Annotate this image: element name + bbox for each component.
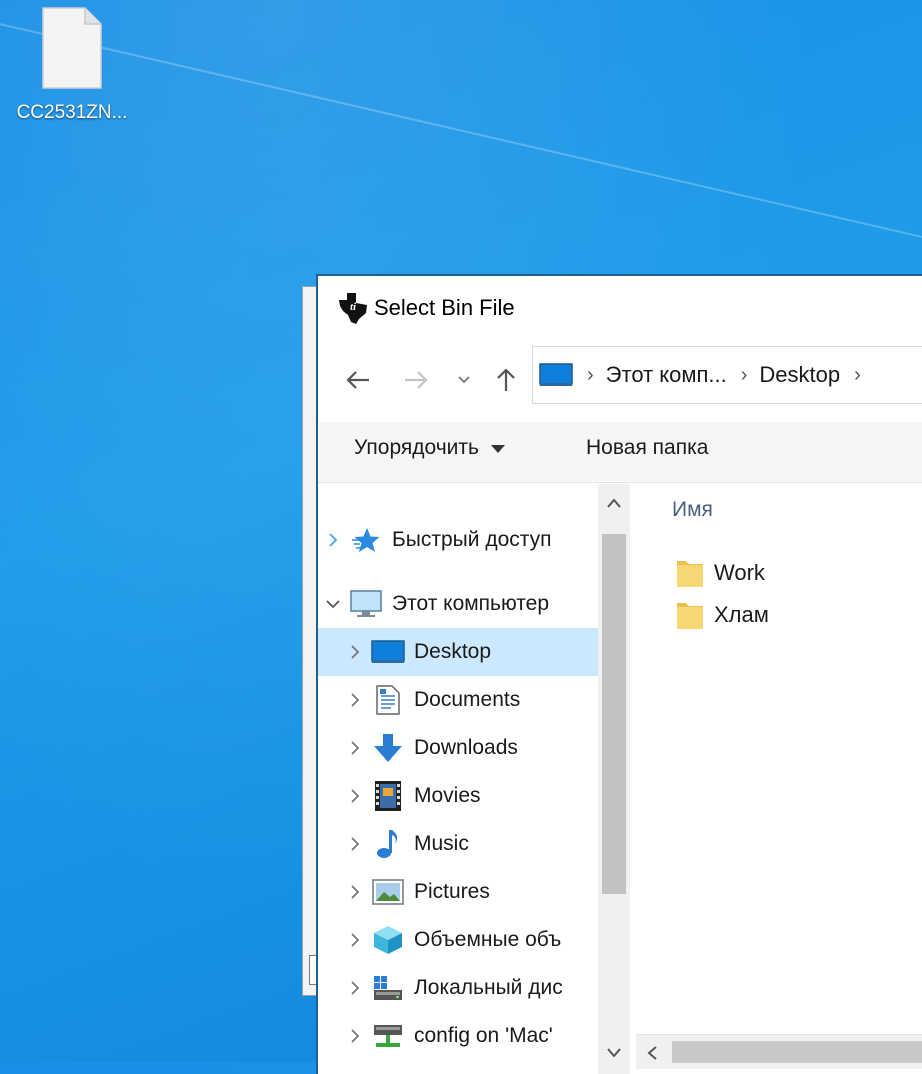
tree-item-this-pc[interactable]: Этот компьютер	[318, 580, 598, 628]
tree-item-3d-objects[interactable]: Объемные объ	[318, 916, 598, 964]
documents-icon	[370, 684, 406, 716]
tree-label: Быстрый доступ	[392, 528, 552, 551]
tree-label: Объемные объ	[414, 928, 562, 951]
chevron-down-icon	[458, 376, 470, 384]
desktop-icon	[370, 636, 406, 668]
tree-item-network-drive[interactable]: config on 'Mac'	[318, 1012, 598, 1060]
tree-item-downloads[interactable]: Downloads	[318, 724, 598, 772]
breadcrumb-desktop[interactable]: Desktop	[759, 362, 840, 388]
file-item-work[interactable]: Work	[676, 554, 765, 592]
blank-file-icon	[41, 6, 103, 90]
downloads-icon	[370, 732, 406, 764]
dialog-titlebar[interactable]: ti Select Bin File	[318, 276, 922, 340]
chevron-right-icon[interactable]	[340, 740, 370, 756]
texas-instruments-logo-icon: ti	[339, 293, 367, 324]
music-icon	[370, 828, 406, 860]
file-name: Work	[714, 560, 765, 585]
breadcrumb-separator: ›	[854, 363, 861, 386]
tree-label: config on 'Mac'	[414, 1024, 553, 1047]
navigation-pane: Быстрый доступ Этот компьютер Desktop Do…	[318, 484, 598, 1074]
chevron-right-icon[interactable]	[340, 644, 370, 660]
tree-label: Pictures	[414, 880, 490, 903]
column-header-name[interactable]: Имя	[672, 498, 713, 522]
tree-item-documents[interactable]: Documents	[318, 676, 598, 724]
folder-icon	[677, 561, 703, 587]
tree-label: Downloads	[414, 736, 518, 759]
file-name: Хлам	[714, 602, 769, 627]
back-button[interactable]	[340, 362, 376, 398]
tree-label: Documents	[414, 688, 521, 711]
tree-label: Этот компьютер	[392, 592, 550, 615]
forward-button[interactable]	[398, 362, 434, 398]
scrollbar-thumb[interactable]	[602, 534, 626, 894]
desktop-file-label: CC2531ZN...	[16, 102, 128, 123]
scroll-up-arrow-icon[interactable]	[606, 496, 622, 510]
scroll-left-arrow-icon[interactable]	[646, 1045, 660, 1061]
chevron-right-icon[interactable]	[340, 788, 370, 804]
file-item-hlam[interactable]: Хлам	[676, 596, 769, 634]
file-list-pane: Имя Work Хлам	[636, 484, 922, 1034]
movies-icon	[370, 780, 406, 812]
chevron-right-icon[interactable]	[340, 692, 370, 708]
tree-item-quick-access[interactable]: Быстрый доступ	[318, 516, 598, 564]
scrollbar-thumb[interactable]	[672, 1041, 922, 1063]
chevron-right-icon[interactable]	[340, 836, 370, 852]
tree-item-pictures[interactable]: Pictures	[318, 868, 598, 916]
breadcrumb-separator: ›	[740, 363, 748, 386]
arrow-left-icon	[346, 371, 369, 389]
breadcrumb-separator: ›	[587, 363, 594, 386]
local-disk-icon	[370, 972, 406, 1004]
computer-icon	[348, 588, 384, 620]
3d-objects-icon	[370, 924, 406, 956]
organize-label: Упорядочить	[354, 436, 479, 459]
chevron-right-icon[interactable]	[340, 980, 370, 996]
arrow-right-icon	[405, 371, 428, 389]
tree-item-desktop[interactable]: Desktop	[318, 628, 598, 676]
up-button[interactable]	[488, 362, 524, 398]
tree-item-local-disk[interactable]: Локальный дис	[318, 964, 598, 1012]
pictures-icon	[370, 876, 406, 908]
breadcrumb-this-pc[interactable]: Этот комп...	[606, 362, 727, 388]
chevron-down-icon[interactable]	[318, 599, 348, 609]
select-bin-file-dialog: ti Select Bin File › Этот комп... › Desk…	[316, 274, 922, 1074]
chevron-right-icon[interactable]	[318, 532, 348, 548]
chevron-right-icon[interactable]	[340, 884, 370, 900]
desktop-file-icon[interactable]: CC2531ZN...	[4, 6, 140, 124]
dialog-title: Select Bin File	[374, 295, 515, 320]
tree-label: Локальный дис	[414, 976, 563, 999]
folder-icon	[677, 603, 703, 629]
network-drive-icon	[370, 1020, 406, 1052]
tree-label: Desktop	[414, 640, 492, 663]
tree-label: Movies	[414, 784, 481, 807]
scroll-down-arrow-icon[interactable]	[606, 1046, 622, 1060]
navigation-bar: › Этот комп... › Desktop ›	[318, 340, 922, 422]
tree-label: Music	[414, 832, 469, 855]
chevron-right-icon[interactable]	[340, 932, 370, 948]
recent-locations-button[interactable]	[452, 362, 476, 398]
new-folder-button[interactable]: Новая папка	[586, 436, 708, 460]
organize-button[interactable]: Упорядочить	[354, 436, 505, 460]
caret-down-icon	[490, 445, 505, 453]
tree-item-movies[interactable]: Movies	[318, 772, 598, 820]
file-list-horizontal-scrollbar[interactable]	[636, 1034, 922, 1069]
command-toolbar: Упорядочить Новая папка	[318, 422, 922, 483]
new-folder-label: Новая папка	[586, 436, 709, 459]
chevron-right-icon[interactable]	[340, 1028, 370, 1044]
arrow-up-icon	[497, 368, 515, 391]
address-bar[interactable]: › Этот комп... › Desktop ›	[532, 346, 922, 404]
quick-access-star-icon	[348, 524, 384, 556]
tree-item-music[interactable]: Music	[318, 820, 598, 868]
svg-text:ti: ti	[350, 301, 357, 313]
desktop-icon	[539, 363, 573, 386]
navigation-pane-scrollbar[interactable]	[598, 484, 630, 1074]
